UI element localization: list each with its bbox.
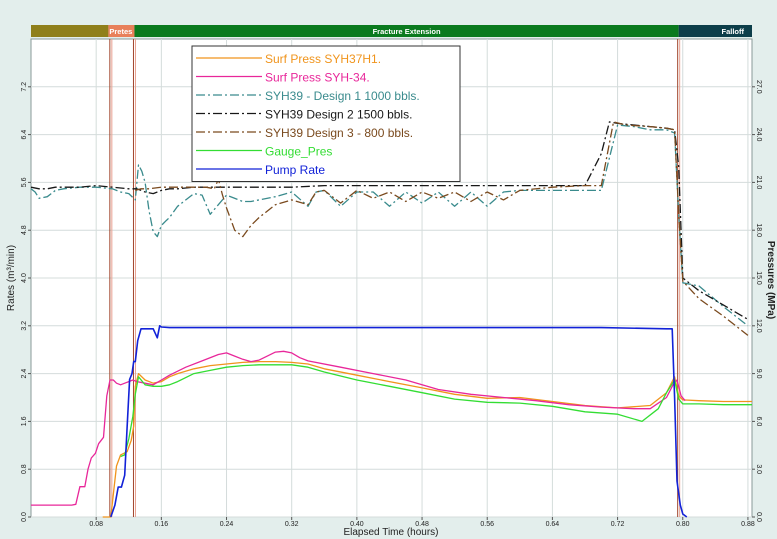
- y-right-tick-label: 0.0: [755, 512, 762, 522]
- y-left-tick-label: 1.6: [21, 416, 28, 426]
- stage-label: Falloff: [722, 27, 745, 36]
- legend-label: Pump Rate: [265, 163, 325, 177]
- legend-label: SYH39 - Design 1 1000 bbls.: [265, 89, 420, 103]
- x-tick-label: 0.32: [285, 521, 299, 528]
- y-left-tick-label: 4.8: [21, 225, 28, 235]
- legend: Surf Press SYH37H1. Surf Press SYH-34. SYH…: [191, 45, 461, 182]
- y-right-tick-label: 15.0: [755, 271, 762, 285]
- stage-segment: [31, 25, 109, 37]
- y-axis-label-right: Pressures (MPa): [765, 241, 776, 319]
- y-right-tick-label: 12.0: [755, 319, 762, 333]
- y-left-tick-label: 0.0: [21, 512, 28, 522]
- legend-label: Surf Press SYH37H1.: [265, 52, 381, 66]
- stage-label: Fracture Extension: [373, 27, 441, 36]
- x-tick-label: 0.72: [611, 521, 625, 528]
- legend-label: SYH39 Design 2 1500 bbls.: [265, 108, 412, 122]
- y-right-tick-label: 9.0: [755, 369, 762, 379]
- y-right-tick-label: 21.0: [755, 176, 762, 190]
- x-tick-label: 0.56: [480, 521, 494, 528]
- x-tick-label: 0.24: [220, 521, 234, 528]
- legend-label: SYH39 Design 3 - 800 bbls.: [265, 126, 413, 140]
- y-left-tick-label: 5.6: [21, 177, 28, 187]
- y-left-tick-label: 0.8: [21, 464, 28, 474]
- chart: Pretes Fracture Extension Falloff 0.08 0.16…: [0, 0, 777, 539]
- x-tick-label: 0.88: [741, 521, 755, 528]
- stage-label: Pretes: [109, 27, 132, 36]
- y-right-tick-label: 3.0: [755, 464, 762, 474]
- y-left-tick-label: 3.2: [21, 321, 28, 331]
- y-axis-label-left: Rates (m³/min): [6, 245, 17, 311]
- legend-label: Surf Press SYH-34.: [265, 71, 370, 85]
- stage-band: Pretes Fracture Extension Falloff: [31, 25, 752, 37]
- y-right-tick-label: 18.0: [755, 223, 762, 237]
- x-tick-label: 0.08: [89, 521, 103, 528]
- y-right-tick-label: 6.0: [755, 417, 762, 427]
- x-tick-label: 0.64: [546, 521, 560, 528]
- x-axis-label: Elapsed Time (hours): [343, 527, 438, 538]
- x-tick-label: 0.16: [155, 521, 169, 528]
- x-tick-label: 0.80: [676, 521, 690, 528]
- y-left-tick-label: 7.2: [21, 82, 28, 92]
- y-right-tick-label: 27.0: [755, 80, 762, 94]
- legend-label: Gauge_Pres: [265, 145, 332, 159]
- y-left-tick-label: 4.0: [21, 273, 28, 283]
- y-left-tick-label: 6.4: [21, 130, 28, 140]
- y-right-tick-label: 24.0: [755, 128, 762, 142]
- y-left-tick-label: 2.4: [21, 369, 28, 379]
